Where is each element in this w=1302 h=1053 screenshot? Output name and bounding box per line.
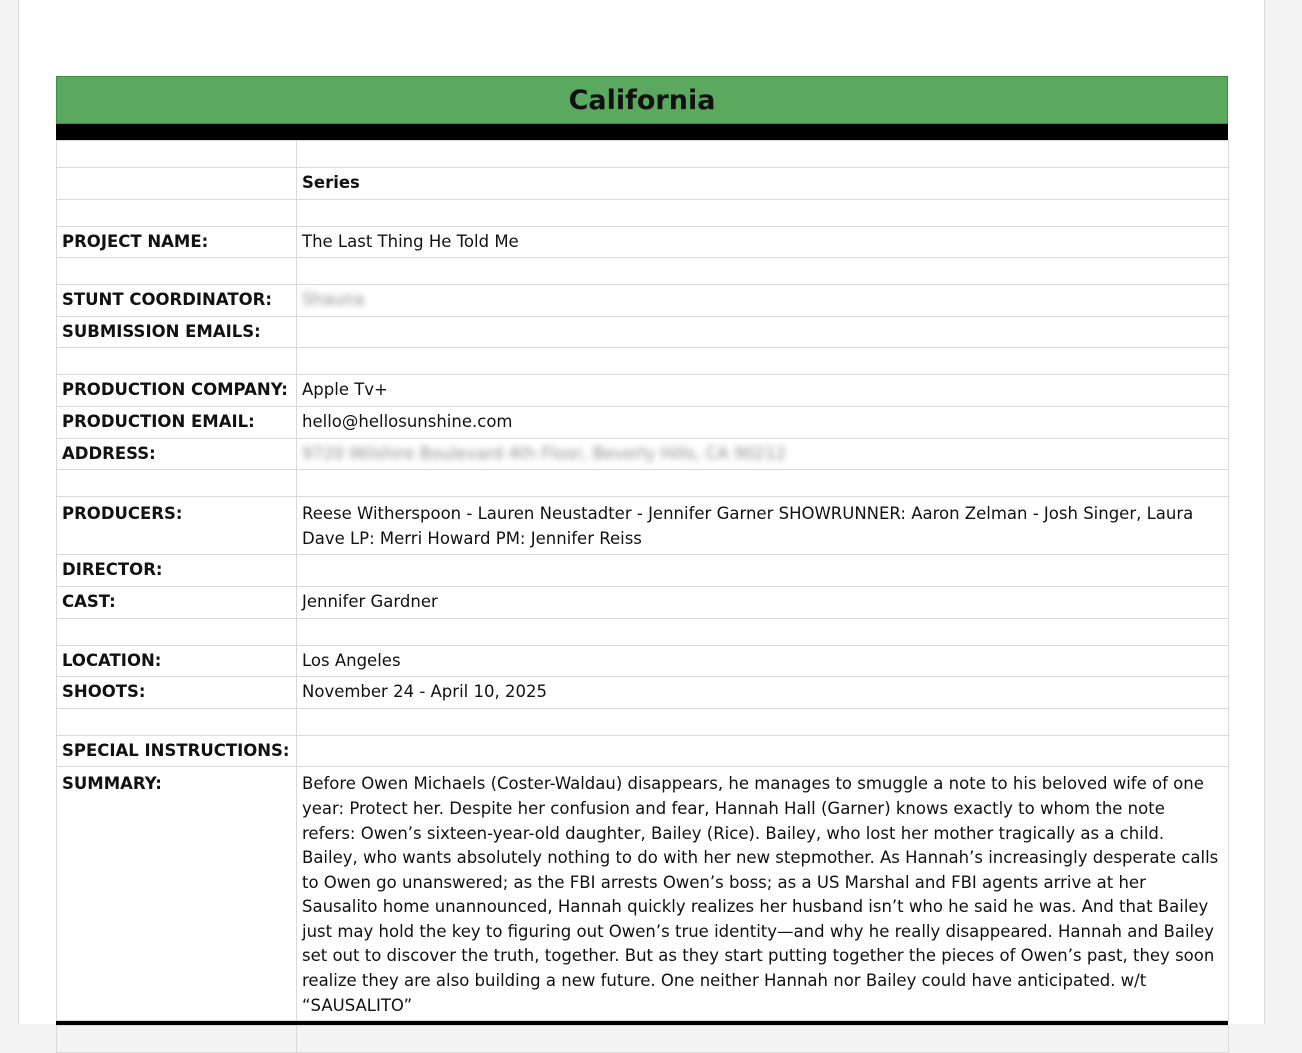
production-email-value[interactable]: hello@hellosunshine.com [296, 405, 1229, 439]
document-page: California Series PROJECT NAME: The Last… [18, 0, 1265, 1053]
special-instructions-label: SPECIAL INSTRUCTIONS: [56, 734, 297, 768]
header-divider [56, 124, 1228, 140]
shoots-row: SHOOTS: November 24 - April 10, 2025 [56, 676, 1229, 709]
director-label: DIRECTOR: [56, 554, 297, 587]
spacer-row [56, 707, 1229, 736]
casting-sheet: California Series PROJECT NAME: The Last… [56, 76, 1229, 1053]
shoots-label: SHOOTS: [56, 676, 297, 709]
type-row: Series [56, 167, 1229, 200]
stunt-coordinator-label: STUNT COORDINATOR: [56, 284, 297, 317]
project-type: Series [296, 167, 1229, 200]
producers-value: Reese Witherspoon - Lauren Neustadter - … [296, 496, 1229, 556]
special-instructions-row: SPECIAL INSTRUCTIONS: [56, 734, 1229, 768]
spacer-row [56, 347, 1229, 376]
location-value: Los Angeles [296, 644, 1229, 678]
producers-label: PRODUCERS: [56, 496, 297, 556]
spacer-row [56, 140, 1229, 168]
state-title: California [568, 84, 716, 116]
address-row: ADDRESS: 9720 Wilshire Boulevard 4th Flo… [56, 437, 1229, 471]
submission-emails-row: SUBMISSION EMAILS: [56, 315, 1229, 349]
address-label: ADDRESS: [56, 437, 297, 471]
spacer-row [56, 198, 1229, 227]
production-company-label: PRODUCTION COMPANY: [56, 374, 297, 407]
location-label: LOCATION: [56, 644, 297, 678]
producers-row: PRODUCERS: Reese Witherspoon - Lauren Ne… [56, 496, 1229, 556]
state-header: California [56, 76, 1228, 124]
project-name-row: PROJECT NAME: The Last Thing He Told Me [56, 225, 1229, 259]
project-name-value: The Last Thing He Told Me [296, 225, 1229, 259]
submission-emails-value [296, 315, 1229, 349]
spacer-row [56, 257, 1229, 286]
location-row: LOCATION: Los Angeles [56, 644, 1229, 678]
summary-value: Before Owen Michaels (Coster-Waldau) dis… [296, 766, 1229, 1022]
production-company-value: Apple Tv+ [296, 374, 1229, 407]
stunt-coordinator-row: STUNT COORDINATOR: Shauna [56, 284, 1229, 317]
next-section-table [56, 1025, 1229, 1053]
address-value-redacted: 9720 Wilshire Boulevard 4th Floor, Bever… [302, 443, 787, 463]
special-instructions-value [296, 734, 1229, 768]
summary-row: SUMMARY: Before Owen Michaels (Coster-Wa… [56, 766, 1229, 1022]
production-email-label: PRODUCTION EMAIL: [56, 405, 297, 439]
spacer-row [56, 469, 1229, 498]
shoots-value: November 24 - April 10, 2025 [296, 676, 1229, 709]
director-value [296, 554, 1229, 587]
spacer-row [56, 617, 1229, 646]
stunt-coordinator-value-redacted: Shauna [302, 290, 365, 310]
production-company-row: PRODUCTION COMPANY: Apple Tv+ [56, 374, 1229, 407]
cast-value: Jennifer Gardner [296, 585, 1229, 619]
summary-label: SUMMARY: [56, 766, 297, 1022]
project-name-label: PROJECT NAME: [56, 225, 297, 259]
cast-row: CAST: Jennifer Gardner [56, 585, 1229, 619]
spacer-row [56, 1025, 1229, 1053]
cast-label: CAST: [56, 585, 297, 619]
director-row: DIRECTOR: [56, 554, 1229, 587]
info-table: Series PROJECT NAME: The Last Thing He T… [56, 140, 1229, 1022]
production-email-row: PRODUCTION EMAIL: hello@hellosunshine.co… [56, 405, 1229, 439]
submission-emails-label: SUBMISSION EMAILS: [56, 315, 297, 349]
